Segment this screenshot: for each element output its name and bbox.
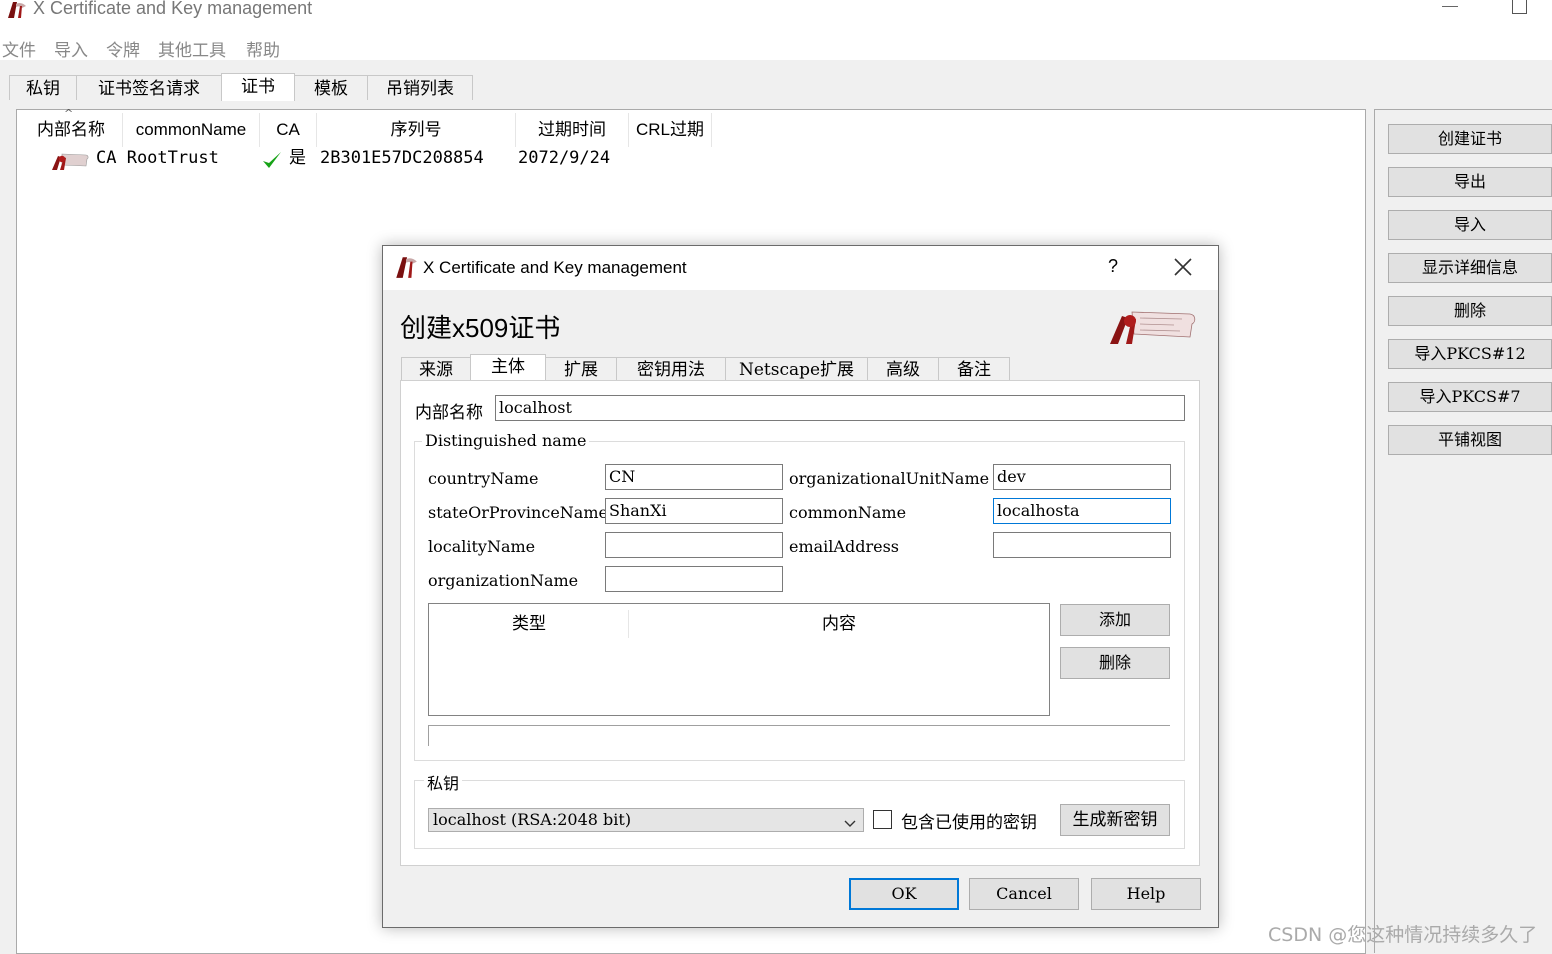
tab-private-keys[interactable]: 私钥 xyxy=(9,75,77,100)
column-expiry[interactable]: 过期时间 xyxy=(516,113,629,147)
internal-name-label: 内部名称 xyxy=(415,403,483,423)
column-content[interactable]: 内容 xyxy=(629,610,1049,638)
import-pkcs12-button[interactable]: 导入PKCS#12 xyxy=(1388,339,1552,369)
chevron-down-icon xyxy=(844,814,856,833)
checkmark-icon xyxy=(262,150,282,174)
column-ca[interactable]: CA xyxy=(260,113,317,147)
generate-key-button[interactable]: 生成新密钥 xyxy=(1060,804,1170,836)
state-label: stateOrProvinceName xyxy=(428,503,608,522)
state-input[interactable]: ShanXi xyxy=(605,498,783,524)
cert-row-serial: 2B301E57DC208854 xyxy=(320,148,484,168)
column-internal-name[interactable]: 内部名称 xyxy=(20,113,123,147)
tab-csr[interactable]: 证书签名请求 xyxy=(76,75,222,100)
locality-label: localityName xyxy=(428,537,536,556)
organization-label: organizationName xyxy=(428,571,579,590)
help-icon[interactable]: ? xyxy=(1108,256,1118,277)
watermark-text: CSDN @您这种情况持续多久了 xyxy=(1268,924,1538,946)
cert-row-name[interactable]: CA RootTrust xyxy=(96,146,219,170)
distinguished-name-title: Distinguished name xyxy=(422,431,590,450)
window-title: X Certificate and Key management xyxy=(33,0,313,18)
column-crl-expiry[interactable]: CRL过期 xyxy=(629,113,712,147)
app-logo-icon xyxy=(4,0,28,24)
dialog-logo-icon xyxy=(393,254,419,284)
org-unit-input[interactable]: dev xyxy=(993,464,1171,490)
menu-bar xyxy=(0,30,1552,60)
dialog-heading: 创建x509证书 xyxy=(400,313,561,343)
show-details-button[interactable]: 显示详细信息 xyxy=(1388,253,1552,283)
export-button[interactable]: 导出 xyxy=(1388,167,1552,197)
private-key-title: 私钥 xyxy=(424,770,463,794)
menu-file[interactable]: 文件 xyxy=(2,36,36,61)
dlg-tab-key-usage[interactable]: 密钥用法 xyxy=(616,357,726,381)
common-name-input[interactable]: localhosta xyxy=(993,498,1171,524)
cancel-button[interactable]: Cancel xyxy=(969,878,1079,910)
import-pkcs7-button[interactable]: 导入PKCS#7 xyxy=(1388,382,1552,412)
flat-view-button[interactable]: 平铺视图 xyxy=(1388,425,1552,455)
dlg-tab-subject[interactable]: 主体 xyxy=(470,354,546,382)
import-button[interactable]: 导入 xyxy=(1388,210,1552,240)
include-used-keys-label: 包含已使用的密钥 xyxy=(901,813,1037,833)
include-used-keys-checkbox[interactable] xyxy=(873,810,892,829)
tab-revocation-lists[interactable]: 吊销列表 xyxy=(367,75,473,100)
close-icon[interactable] xyxy=(1174,258,1192,280)
minimize-icon[interactable] xyxy=(1442,6,1458,7)
dialog-title: X Certificate and Key management xyxy=(423,258,687,277)
certificate-seal-icon xyxy=(1104,304,1198,350)
delete-button[interactable]: 删除 xyxy=(1388,296,1552,326)
private-key-select[interactable]: localhost (RSA:2048 bit) xyxy=(428,808,864,832)
country-name-label: countryName xyxy=(428,469,539,488)
email-label: emailAddress xyxy=(789,537,899,556)
dlg-tab-source[interactable]: 来源 xyxy=(401,357,471,381)
remove-button[interactable]: 删除 xyxy=(1060,647,1170,679)
column-type[interactable]: 类型 xyxy=(430,610,629,638)
menu-token[interactable]: 令牌 xyxy=(106,36,140,61)
maximize-icon[interactable] xyxy=(1512,0,1527,14)
column-commonname[interactable]: commonName xyxy=(123,113,260,147)
create-certificate-button[interactable]: 创建证书 xyxy=(1388,124,1552,154)
internal-name-input[interactable]: localhost xyxy=(495,395,1185,421)
tab-certificates[interactable]: 证书 xyxy=(221,73,295,101)
locality-input[interactable] xyxy=(605,532,783,558)
common-name-label: commonName xyxy=(789,503,907,522)
cert-row-expiry: 2072/9/24 xyxy=(518,148,611,168)
email-input[interactable] xyxy=(993,532,1171,558)
dlg-tab-extensions[interactable]: 扩展 xyxy=(545,357,617,381)
ok-button[interactable]: OK xyxy=(849,878,959,910)
menu-help[interactable]: 帮助 xyxy=(246,36,280,61)
organization-input[interactable] xyxy=(605,566,783,592)
add-button[interactable]: 添加 xyxy=(1060,604,1170,636)
dlg-tab-advanced[interactable]: 高级 xyxy=(867,357,939,381)
column-serial[interactable]: 序列号 xyxy=(317,113,516,147)
menu-other-tools[interactable]: 其他工具 xyxy=(158,36,226,61)
country-name-input[interactable]: CN xyxy=(605,464,783,490)
menu-import[interactable]: 导入 xyxy=(54,36,88,61)
cert-row-ca: 是 xyxy=(289,148,306,168)
help-button[interactable]: Help xyxy=(1091,878,1201,910)
dlg-tab-comments[interactable]: 备注 xyxy=(938,357,1010,381)
org-unit-label: organizationalUnitName xyxy=(789,469,990,488)
dlg-tab-netscape[interactable]: Netscape扩展 xyxy=(725,357,868,381)
certificate-icon xyxy=(48,150,90,176)
tab-templates[interactable]: 模板 xyxy=(294,75,368,100)
horizontal-scrollbar[interactable] xyxy=(428,725,1170,746)
